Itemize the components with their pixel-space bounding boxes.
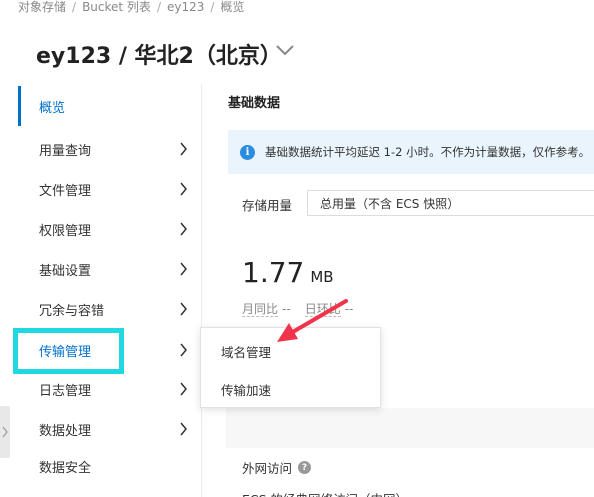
external-access-label: 外网访问 xyxy=(242,461,293,476)
chevron-right-icon xyxy=(2,426,8,438)
sidebar-item-label: 权限管理 xyxy=(39,223,92,239)
chevron-right-icon xyxy=(180,343,187,357)
sidebar-item-file-management[interactable]: 文件管理 xyxy=(18,169,200,209)
chevron-right-icon xyxy=(180,262,187,276)
chevron-right-icon xyxy=(180,382,187,396)
storage-usage-unit: MB xyxy=(310,268,334,286)
ecs-access-label: ECS 的经典网络访问（内网） xyxy=(242,489,408,497)
chevron-right-icon xyxy=(180,142,187,156)
question-icon[interactable]: ? xyxy=(298,461,312,474)
sidebar-item-label: 用量查询 xyxy=(39,143,92,159)
storage-usage-number: 1.77 xyxy=(242,256,305,289)
chevron-right-icon xyxy=(180,222,187,236)
day-over-day-label: 日环比 xyxy=(304,302,341,317)
sidebar-item-label: 数据安全 xyxy=(39,460,92,476)
breadcrumb-object-storage[interactable]: 对象存储 xyxy=(18,0,66,14)
sidebar-item-basic-settings[interactable]: 基础设置 xyxy=(18,249,200,289)
breadcrumb-overview: 概览 xyxy=(220,0,245,14)
info-icon: i xyxy=(240,144,255,160)
sidebar-item-label: 冗余与容错 xyxy=(39,303,105,319)
chevron-right-icon xyxy=(180,302,187,316)
sidebar-item-label: 数据处理 xyxy=(39,423,92,439)
breadcrumb-bucket[interactable]: ey123 xyxy=(167,0,204,14)
sidebar-item-label: 文件管理 xyxy=(39,183,92,199)
chevron-right-icon xyxy=(180,182,187,196)
comparison-row: 月同比 -- 日环比 -- xyxy=(242,300,367,317)
section-title: 基础数据 xyxy=(228,96,281,111)
sidebar-item-log-management[interactable]: 日志管理 xyxy=(18,369,200,409)
breadcrumb-bucket-list[interactable]: Bucket 列表 xyxy=(82,0,151,14)
submenu-item-domain-management[interactable]: 域名管理 xyxy=(221,342,271,361)
storage-usage-select[interactable]: 总用量（不含 ECS 快照） xyxy=(307,190,594,216)
sidebar-item-usage-query[interactable]: 用量查询 xyxy=(18,129,200,169)
chevron-right-icon xyxy=(180,422,187,436)
content-panel xyxy=(226,408,594,448)
breadcrumb-separator: / xyxy=(156,0,161,14)
breadcrumb: 对象存储 / Bucket 列表 / ey123 / 概览 xyxy=(18,0,244,15)
page-title: ey123 / 华北2（北京） xyxy=(36,44,282,69)
sidebar-item-data-processing[interactable]: 数据处理 xyxy=(18,409,200,449)
info-notice-text: 基础数据统计平均延迟 1-2 小时。不作为计量数据，仅作参考。 xyxy=(265,145,591,159)
info-notice: i 基础数据统计平均延迟 1-2 小时。不作为计量数据，仅作参考。 xyxy=(228,130,594,174)
sidebar-item-redundancy[interactable]: 冗余与容错 xyxy=(18,289,200,329)
sidebar-item-label: 日志管理 xyxy=(39,383,92,399)
chevron-down-icon[interactable] xyxy=(274,42,296,58)
day-over-day-value: -- xyxy=(344,302,354,316)
sidebar-item-overview[interactable]: 概览 xyxy=(18,86,200,126)
sidebar-item-data-security[interactable]: 数据安全 xyxy=(18,446,200,486)
sidebar-item-label: 概览 xyxy=(39,100,66,116)
sidebar-item-permission-management[interactable]: 权限管理 xyxy=(18,209,200,249)
month-over-month-label: 月同比 xyxy=(242,302,279,317)
storage-usage-value: 1.77 MB xyxy=(242,256,334,289)
storage-usage-select-value: 总用量（不含 ECS 快照） xyxy=(320,196,460,211)
transfer-management-submenu: 域名管理 传输加速 xyxy=(200,327,381,408)
month-over-month-value: -- xyxy=(282,302,291,316)
storage-usage-label: 存储用量 xyxy=(242,198,293,213)
sidebar-collapse-handle[interactable] xyxy=(0,406,10,458)
sidebar-item-label: 基础设置 xyxy=(39,263,92,279)
highlight-annotation-box xyxy=(13,328,124,374)
submenu-item-transfer-acceleration[interactable]: 传输加速 xyxy=(221,380,271,399)
sidebar-divider xyxy=(201,84,202,497)
external-access-row: 外网访问 ? xyxy=(242,458,312,477)
breadcrumb-separator: / xyxy=(72,0,77,14)
sidebar: 概览 用量查询 文件管理 权限管理 基础设置 冗余与容错 传输管理 日志管理 数… xyxy=(0,84,200,497)
breadcrumb-separator: / xyxy=(210,0,215,14)
